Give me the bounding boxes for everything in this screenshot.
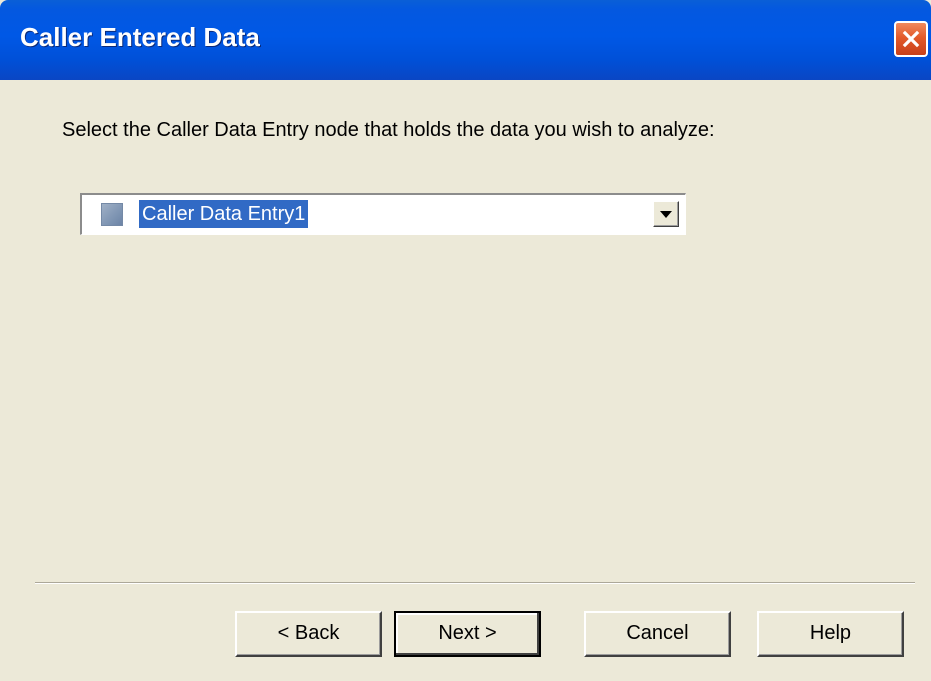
title-bar[interactable]: Caller Entered Data [0, 0, 931, 80]
separator-line [35, 582, 915, 584]
node-icon [101, 203, 123, 226]
caller-entered-data-dialog: Caller Entered Data Select the Caller Da… [0, 0, 931, 681]
cancel-button[interactable]: Cancel [584, 611, 731, 657]
instructions-text: Select the Caller Data Entry node that h… [62, 119, 715, 141]
window-title: Caller Entered Data [20, 22, 260, 52]
node-select-dropdown[interactable]: Caller Data Entry1 [80, 193, 686, 235]
back-button[interactable]: < Back [235, 611, 382, 657]
dropdown-arrow-button[interactable] [653, 201, 679, 227]
selected-node-value: Caller Data Entry1 [139, 200, 309, 228]
close-icon [902, 30, 920, 48]
chevron-down-icon [660, 211, 672, 218]
next-button[interactable]: Next > [394, 611, 541, 657]
close-button[interactable] [894, 21, 928, 57]
help-button[interactable]: Help [757, 611, 904, 657]
